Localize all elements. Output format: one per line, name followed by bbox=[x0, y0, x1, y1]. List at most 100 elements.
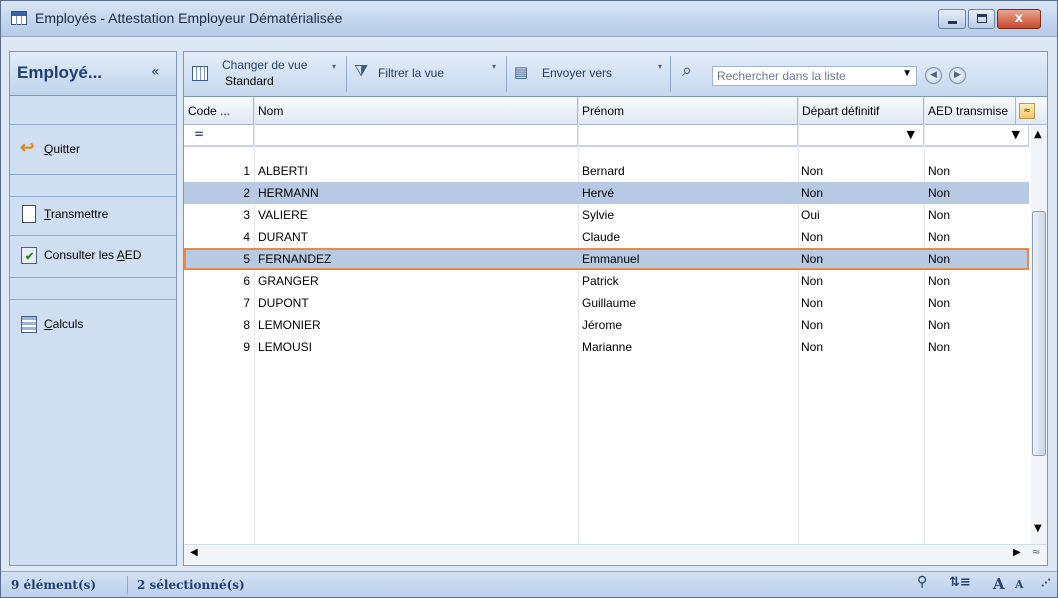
cell-nom: DUPONT bbox=[258, 296, 309, 310]
table-row[interactable]: 7 DUPONT Guillaume Non Non bbox=[184, 292, 1029, 314]
line-spacing-icon[interactable]: ⇅≡ bbox=[949, 575, 971, 590]
sidebar-divider bbox=[10, 299, 176, 300]
scroll-left-icon[interactable]: ◀ bbox=[190, 547, 198, 558]
table-icon bbox=[11, 11, 27, 25]
table-row[interactable]: 2 HERMANN Hervé Non Non bbox=[184, 182, 1029, 204]
table-row[interactable]: 3 VALIERE Sylvie Oui Non bbox=[184, 204, 1029, 226]
change-view-button[interactable]: Changer de vue Standard ▾ bbox=[184, 52, 344, 96]
sidebar-item-label: Calculs bbox=[44, 317, 84, 331]
filter-icon bbox=[354, 63, 372, 82]
horizontal-scrollbar[interactable]: ◀ ▶ ≈ bbox=[184, 544, 1047, 564]
collapse-sidebar-button[interactable]: « bbox=[151, 64, 160, 80]
cell-aed: Non bbox=[928, 164, 951, 178]
cell-depart: Non bbox=[801, 318, 824, 332]
sidebar-item-transmettre[interactable]: Transmettre bbox=[10, 199, 176, 229]
checked-document-icon bbox=[20, 246, 38, 264]
dropdown-icon[interactable]: ▼ bbox=[1012, 128, 1020, 141]
cell-nom: FERNANDEZ bbox=[258, 252, 332, 266]
cell-depart: Non bbox=[801, 186, 824, 200]
vertical-scrollbar[interactable]: ▲ ▼ bbox=[1031, 125, 1047, 544]
scroll-top-icon[interactable]: ≈ bbox=[1019, 103, 1035, 119]
maximize-button[interactable] bbox=[968, 9, 995, 29]
cell-code: 5 bbox=[243, 252, 250, 266]
sidebar-item-consulter-aed[interactable]: Consulter les AED bbox=[10, 240, 176, 270]
change-view-label: Changer de vue bbox=[222, 58, 308, 72]
cell-nom: DURANT bbox=[258, 230, 308, 244]
font-increase-icon[interactable]: A bbox=[993, 575, 1005, 593]
cell-prenom: Bernard bbox=[582, 164, 625, 178]
sidebar-header: Employé... « bbox=[10, 52, 176, 96]
cell-code: 3 bbox=[243, 208, 250, 222]
cell-code: 7 bbox=[243, 296, 250, 310]
resize-grip-icon[interactable]: ⋰ bbox=[1041, 578, 1051, 589]
table-row[interactable]: 6 GRANGER Patrick Non Non bbox=[184, 270, 1029, 292]
toolbar: Changer de vue Standard ▾ Filtrer la vue… bbox=[183, 51, 1048, 97]
chevron-down-icon: ▾ bbox=[332, 62, 337, 71]
window-title: Employés - Attestation Employeur Dématér… bbox=[35, 10, 343, 26]
filter-cell-aed[interactable]: ▼ bbox=[924, 125, 1029, 147]
minimize-button[interactable] bbox=[938, 9, 966, 29]
scroll-thumb[interactable] bbox=[1032, 211, 1046, 456]
next-result-button[interactable]: ▶ bbox=[949, 67, 966, 84]
column-header-nom[interactable]: Nom bbox=[254, 97, 578, 125]
dropdown-icon[interactable]: ▼ bbox=[902, 68, 912, 79]
cell-nom: VALIERE bbox=[258, 208, 308, 222]
sidebar-divider bbox=[10, 196, 176, 197]
cell-prenom: Jérome bbox=[582, 318, 623, 332]
sidebar-divider bbox=[10, 124, 176, 125]
scroll-down-icon[interactable]: ▼ bbox=[1034, 523, 1042, 534]
scroll-up-icon[interactable]: ▲ bbox=[1034, 129, 1042, 140]
cell-prenom: Guillaume bbox=[582, 296, 637, 310]
chevron-down-icon: ▾ bbox=[492, 62, 497, 71]
item-count: 9 élément(s) bbox=[11, 578, 97, 592]
send-to-button[interactable]: Envoyer vers ▾ bbox=[508, 52, 668, 96]
cell-depart: Oui bbox=[801, 208, 820, 222]
filter-view-button[interactable]: Filtrer la vue ▾ bbox=[348, 52, 504, 96]
cell-code: 1 bbox=[243, 164, 250, 178]
column-header-prenom[interactable]: Prénom bbox=[578, 97, 798, 125]
column-header-depart[interactable]: Départ définitif bbox=[798, 97, 924, 125]
table-row[interactable]: 8 LEMONIER Jérome Non Non bbox=[184, 314, 1029, 336]
table-row[interactable]: 9 LEMOUSI Marianne Non Non bbox=[184, 336, 1029, 358]
exit-arrow-icon bbox=[20, 138, 38, 158]
cell-depart: Non bbox=[801, 274, 824, 288]
cell-aed: Non bbox=[928, 274, 951, 288]
filter-cell-prenom[interactable] bbox=[578, 125, 798, 147]
search-input[interactable]: Rechercher dans la liste ▼ bbox=[712, 66, 917, 86]
sidebar-item-quitter[interactable]: Quitter bbox=[10, 134, 176, 164]
cell-code: 8 bbox=[243, 318, 250, 332]
calculator-icon bbox=[20, 315, 38, 333]
filter-cell-nom[interactable] bbox=[254, 125, 578, 147]
cell-nom: GRANGER bbox=[258, 274, 319, 288]
search-icon[interactable] bbox=[682, 60, 700, 81]
minimize-icon bbox=[948, 21, 957, 24]
scroll-right-icon[interactable]: ▶ bbox=[1013, 547, 1021, 558]
column-header-aed[interactable]: AED transmise bbox=[924, 97, 1016, 125]
dropdown-icon[interactable]: ▼ bbox=[907, 128, 915, 141]
maximize-icon bbox=[977, 14, 987, 23]
sidebar-divider bbox=[10, 235, 176, 236]
close-button[interactable]: x bbox=[997, 9, 1041, 29]
table-row[interactable]: 5 FERNANDEZ Emmanuel Non Non bbox=[184, 248, 1029, 270]
cell-aed: Non bbox=[928, 296, 951, 310]
sidebar-item-label: Transmettre bbox=[44, 207, 109, 221]
filter-cell-depart[interactable]: ▼ bbox=[798, 125, 924, 147]
grid-header: Code ... Nom Prénom Départ définitif AED… bbox=[184, 97, 1047, 125]
toolbar-divider bbox=[346, 56, 347, 92]
sidebar-divider bbox=[10, 277, 176, 278]
font-decrease-icon[interactable]: A bbox=[1015, 578, 1024, 591]
document-icon bbox=[20, 205, 38, 223]
previous-result-button[interactable]: ◀ bbox=[925, 67, 942, 84]
table-row[interactable]: 4 DURANT Claude Non Non bbox=[184, 226, 1029, 248]
cell-depart: Non bbox=[801, 296, 824, 310]
column-header-code[interactable]: Code ... bbox=[184, 97, 254, 125]
cell-code: 4 bbox=[243, 230, 250, 244]
cell-nom: LEMONIER bbox=[258, 318, 321, 332]
sidebar-item-calculs[interactable]: Calculs bbox=[10, 309, 176, 339]
hierarchy-icon[interactable]: ⚲ bbox=[917, 574, 927, 590]
status-divider bbox=[127, 576, 128, 594]
toolbar-divider bbox=[506, 56, 507, 92]
table-row[interactable]: 1 ALBERTI Bernard Non Non bbox=[184, 160, 1029, 182]
filter-operator[interactable]: = bbox=[184, 125, 254, 147]
expand-icon[interactable]: ≈ bbox=[1032, 547, 1040, 558]
